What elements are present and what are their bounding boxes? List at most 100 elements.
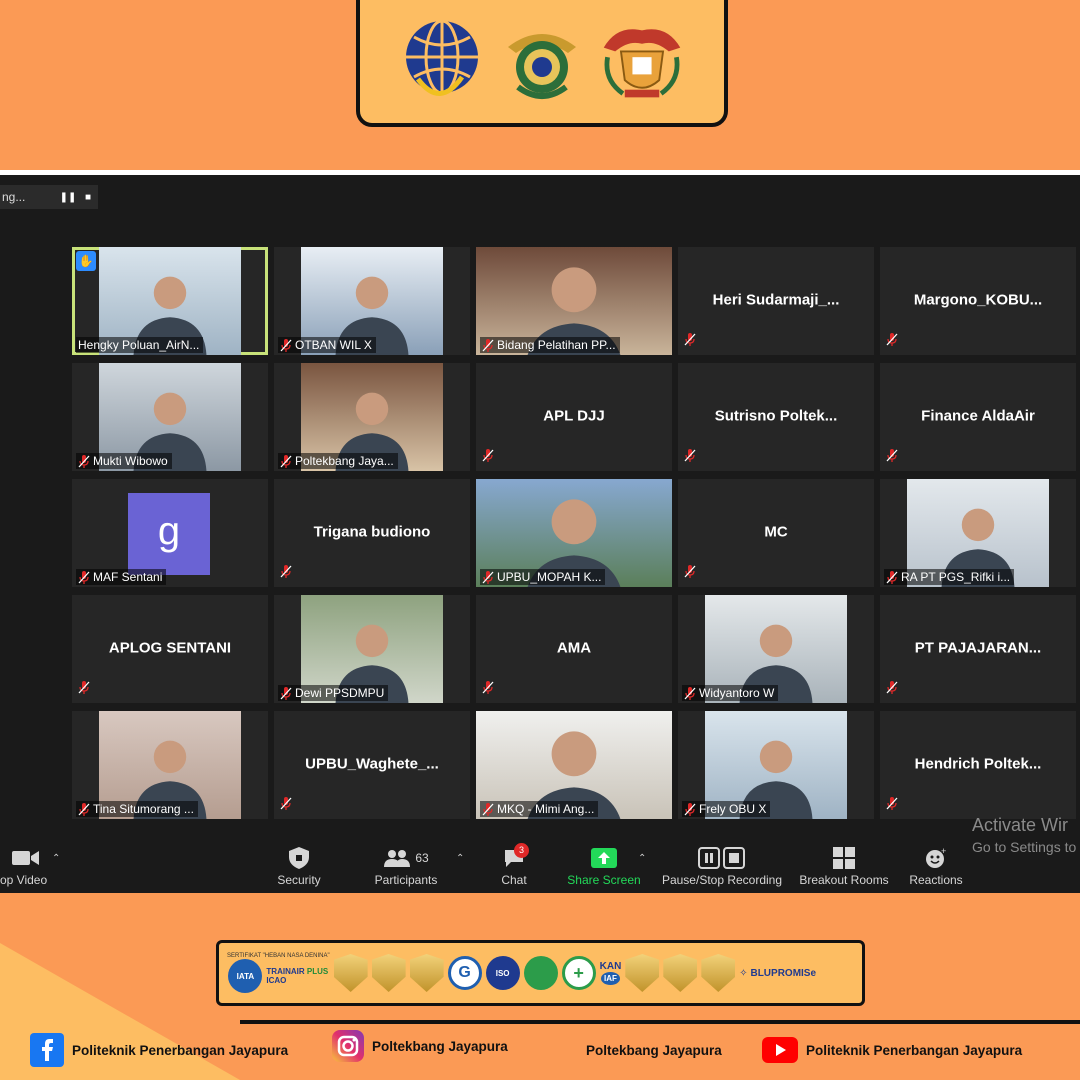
participant-tile[interactable]: Hengky Poluan_AirN... ✋ <box>72 247 268 355</box>
participants-options-caret[interactable]: ⌃ <box>456 853 464 864</box>
participant-name: MC <box>764 523 788 541</box>
shield-icon <box>270 847 328 869</box>
participant-tile[interactable]: Heri Sudarmaji_... <box>678 247 874 355</box>
tiktok-link[interactable]: Poltekbang Jayapura <box>560 1030 722 1070</box>
muted-mic-icon <box>886 333 898 351</box>
muted-mic-icon <box>280 797 292 815</box>
participants-button[interactable]: 63 Participants <box>368 847 444 887</box>
pause-stop-recording-button[interactable]: Pause/Stop Recording <box>660 847 784 887</box>
chat-label: Chat <box>501 873 527 887</box>
participant-tile[interactable]: Tina Situmorang ... <box>72 711 268 819</box>
participant-tile[interactable]: Margono_KOBU... <box>880 247 1076 355</box>
share-screen-button[interactable]: Share Screen <box>566 847 642 887</box>
chat-icon: 3 <box>496 843 532 869</box>
participant-name-label: Tina Situmorang ... <box>76 801 198 817</box>
participant-tile[interactable]: Dewi PPSDMPU <box>274 595 470 703</box>
share-screen-icon <box>566 847 642 869</box>
stop-video-button[interactable]: op Video <box>0 847 52 887</box>
security-button[interactable]: Security <box>270 847 328 887</box>
participant-avatar: g <box>128 493 210 575</box>
muted-mic-icon <box>684 565 696 583</box>
muted-mic-icon <box>886 449 898 467</box>
chat-button[interactable]: 3 Chat <box>496 843 532 887</box>
pause-stop-icon <box>660 847 784 869</box>
participant-tile[interactable]: APLOG SENTANI <box>72 595 268 703</box>
recording-label: Pause/Stop Recording <box>661 873 783 887</box>
g-certification-logo: G <box>447 956 482 990</box>
participant-name: Sutrisno Poltek... <box>714 407 838 425</box>
share-options-caret[interactable]: ⌃ <box>638 853 646 864</box>
muted-mic-icon <box>886 797 898 815</box>
participant-name-label: RA PT PGS_Rifki i... <box>884 569 1015 585</box>
smiley-icon: + <box>906 847 966 869</box>
award-shield-icon <box>663 954 698 992</box>
participant-tile[interactable]: Frely OBU X <box>678 711 874 819</box>
participant-tile[interactable]: Sutrisno Poltek... <box>678 363 874 471</box>
instagram-icon <box>332 1030 364 1062</box>
share-screen-label: Share Screen <box>567 873 641 887</box>
muted-mic-icon <box>684 449 696 467</box>
participant-name: Heri Sudarmaji_... <box>712 291 840 309</box>
iso-logo: ISO <box>485 956 520 990</box>
ministry-transport-logo <box>398 17 486 105</box>
iata-logo: IATA <box>228 959 263 993</box>
participant-tile[interactable]: Poltekbang Jaya... <box>274 363 470 471</box>
participant-tile[interactable]: Hendrich Poltek... <box>880 711 1076 819</box>
participant-name: UPBU_Waghete_... <box>305 755 439 773</box>
muted-mic-icon <box>482 681 494 699</box>
trainair-logo: TRAINAIR PLUS ICAO <box>266 967 329 985</box>
chat-badge: 3 <box>514 843 529 858</box>
participant-tile[interactable]: Widyantoro W <box>678 595 874 703</box>
youtube-link[interactable]: Politeknik Penerbangan Jayapura <box>762 1030 1022 1070</box>
participant-tile[interactable]: Trigana budiono <box>274 479 470 587</box>
participant-tile[interactable]: MC <box>678 479 874 587</box>
participant-name-label: Frely OBU X <box>682 801 771 817</box>
recording-label: ng... <box>2 190 26 204</box>
pause-recording-icon[interactable]: ❚❚ <box>58 192 78 203</box>
participant-name: APL DJJ <box>543 407 605 425</box>
iata-icao-group: SERTIFIKAT "HEBAN NASA DENINA" IATA TRAI… <box>227 953 330 993</box>
participant-tile[interactable]: UPBU_MOPAH K... <box>476 479 672 587</box>
participant-tile[interactable]: UPBU_Waghete_... <box>274 711 470 819</box>
tiktok-label: Poltekbang Jayapura <box>586 1042 722 1058</box>
video-camera-icon <box>0 847 52 869</box>
papua-emblem-logo <box>598 17 686 105</box>
participant-tile[interactable]: g MAF Sentani <box>72 479 268 587</box>
participants-label: Participants <box>374 873 438 887</box>
participant-name: Trigana budiono <box>313 523 431 541</box>
facebook-label: Politeknik Penerbangan Jayapura <box>72 1042 289 1058</box>
participant-tile[interactable]: AMA <box>476 595 672 703</box>
participant-tile[interactable]: RA PT PGS_Rifki i... <box>880 479 1076 587</box>
participant-name: Margono_KOBU... <box>913 291 1043 309</box>
instagram-link[interactable]: Poltekbang Jayapura <box>332 1026 508 1066</box>
participant-name-label: Mukti Wibowo <box>76 453 172 469</box>
breakout-rooms-button[interactable]: Breakout Rooms <box>798 847 890 887</box>
security-label: Security <box>277 873 321 887</box>
health-cross-icon: + <box>561 956 596 990</box>
breakout-rooms-icon <box>798 847 890 869</box>
participant-name: Finance AldaAir <box>921 407 1035 425</box>
participant-tile[interactable]: MKQ - Mimi Ang... <box>476 711 672 819</box>
aviation-school-logo <box>498 17 586 105</box>
participant-tile[interactable]: APL DJJ <box>476 363 672 471</box>
facebook-link[interactable]: Politeknik Penerbangan Jayapura <box>30 1030 288 1070</box>
award-shield-icon <box>701 954 736 992</box>
participant-tile[interactable]: Bidang Pelatihan PP... <box>476 247 672 355</box>
activate-windows-subtitle: Go to Settings to <box>972 839 1077 855</box>
participant-tile[interactable]: Mukti Wibowo <box>72 363 268 471</box>
muted-mic-icon <box>886 681 898 699</box>
video-options-caret[interactable]: ⌃ <box>52 853 60 864</box>
reactions-button[interactable]: + Reactions <box>906 847 966 887</box>
institution-logos <box>356 0 728 127</box>
green-certification-logo <box>523 956 558 990</box>
participant-name-label: OTBAN WIL X <box>278 337 376 353</box>
footer-divider <box>240 1020 1080 1024</box>
raised-hand-icon: ✋ <box>76 251 96 271</box>
participant-name: APLOG SENTANI <box>108 639 232 657</box>
participant-tile[interactable]: PT PAJAJARAN... <box>880 595 1076 703</box>
participant-tile[interactable]: Finance AldaAir <box>880 363 1076 471</box>
stop-recording-icon[interactable]: ■ <box>78 192 98 203</box>
participant-name-label: MKQ - Mimi Ang... <box>480 801 599 817</box>
participant-tile[interactable]: OTBAN WIL X <box>274 247 470 355</box>
blu-promise-logo: ✧ BLUPROMISe <box>739 967 817 979</box>
